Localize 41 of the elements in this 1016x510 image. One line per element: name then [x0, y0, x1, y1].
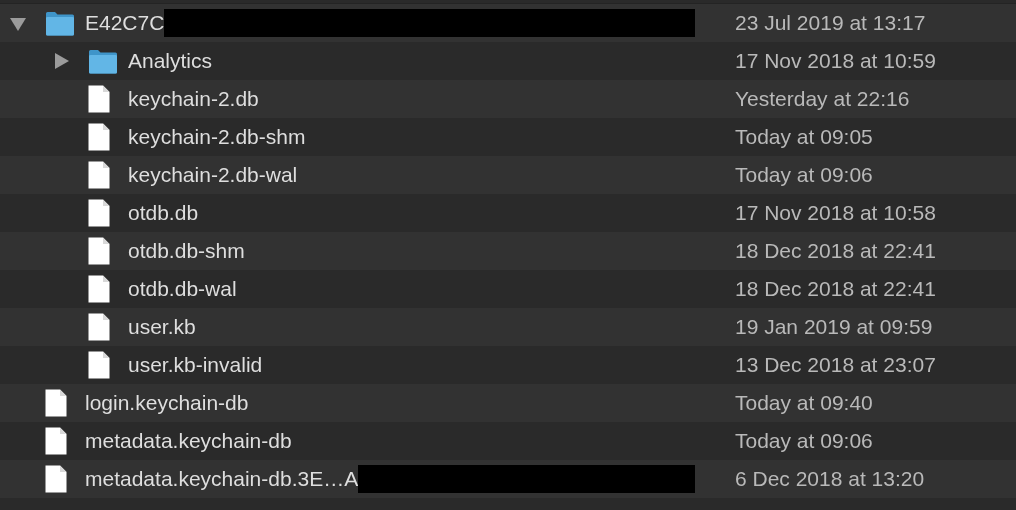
document-icon	[88, 237, 110, 265]
file-name[interactable]: user.kb	[128, 315, 196, 339]
document-icon	[88, 85, 110, 113]
file-name[interactable]: metadata.keychain-db.3E…A	[85, 467, 359, 491]
modified-date: Today at 09:06	[735, 163, 873, 187]
folder-icon	[45, 10, 75, 36]
file-name[interactable]: Analytics	[128, 49, 213, 73]
expand-triangle-icon[interactable]	[53, 53, 69, 69]
modified-date: Yesterday at 22:16	[735, 87, 910, 111]
modified-date: 19 Jan 2019 at 09:59	[735, 315, 933, 339]
modified-date: 18 Dec 2018 at 22:41	[735, 277, 936, 301]
file-name[interactable]: metadata.keychain-db	[85, 429, 292, 453]
document-icon	[88, 161, 110, 189]
document-icon	[45, 465, 67, 493]
modified-date: Today at 09:40	[735, 391, 873, 415]
modified-date: 17 Nov 2018 at 10:59	[735, 49, 936, 73]
folder-icon	[88, 48, 118, 74]
file-name[interactable]: keychain-2.db-shm	[128, 125, 306, 149]
document-icon	[88, 351, 110, 379]
modified-date: 23 Jul 2019 at 13:17	[735, 11, 926, 35]
collapse-triangle-icon[interactable]	[10, 15, 26, 31]
document-icon	[88, 123, 110, 151]
file-name[interactable]: keychain-2.db	[128, 87, 259, 111]
file-name[interactable]: keychain-2.db-wal	[128, 163, 298, 187]
modified-date: 6 Dec 2018 at 13:20	[735, 467, 925, 491]
document-icon	[88, 313, 110, 341]
modified-date: Today at 09:05	[735, 125, 873, 149]
modified-date: Today at 09:06	[735, 429, 873, 453]
file-name[interactable]: user.kb-invalid	[128, 353, 263, 377]
document-icon	[88, 275, 110, 303]
file-name[interactable]: E42C7C	[85, 11, 165, 35]
modified-date: 13 Dec 2018 at 23:07	[735, 353, 936, 377]
document-icon	[45, 427, 67, 455]
file-name[interactable]: otdb.db-shm	[128, 239, 245, 263]
file-name[interactable]: login.keychain-db	[85, 391, 249, 415]
file-name[interactable]: otdb.db-wal	[128, 277, 237, 301]
file-name[interactable]: otdb.db	[128, 201, 199, 225]
document-icon	[45, 389, 67, 417]
modified-date: 17 Nov 2018 at 10:58	[735, 201, 936, 225]
modified-date: 18 Dec 2018 at 22:41	[735, 239, 936, 263]
document-icon	[88, 199, 110, 227]
